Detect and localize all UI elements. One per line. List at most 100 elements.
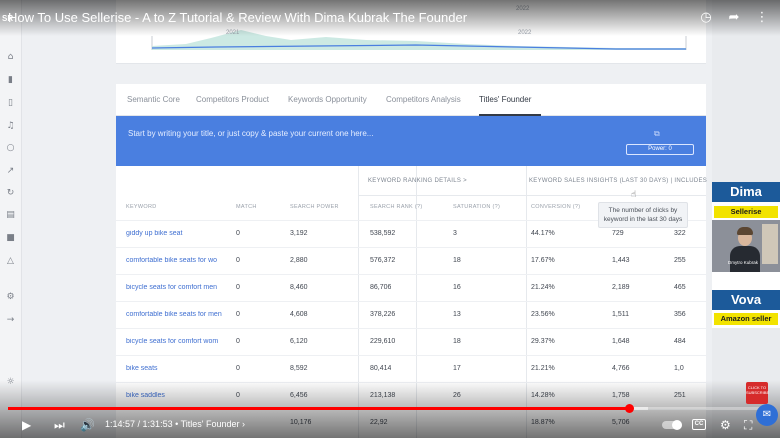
table-cell: 18 [453,338,461,345]
gear-icon[interactable]: ⚙ [5,292,16,303]
refresh-icon[interactable]: ↻ [5,188,16,199]
table-cell: 0 [236,284,240,291]
clicks-tooltip: The number of clicks by keyword in the l… [598,202,688,228]
table-row[interactable]: bicycle seats for comfort men 0 8,460 86,70… [116,274,706,301]
table-cell: 17 [453,365,461,372]
table-cell: 229,610 [370,338,396,345]
host-name-tag: Dima [712,182,780,202]
table-cell: 23.56% [531,311,555,318]
table-cell: 21.24% [531,284,555,291]
table-cell: 0 [236,257,240,264]
table-cell: 6,120 [290,338,308,345]
next-icon[interactable]: ⏭ [54,417,65,433]
chat-icon[interactable]: ○ [5,143,16,154]
col-header-saturation[interactable]: SATURATION (?) [453,204,500,210]
col-header-match[interactable]: MATCH [236,204,257,210]
chart-icon[interactable]: ▮ [5,75,16,86]
col-header-keyword[interactable]: KEYWORD [126,204,157,210]
title-input[interactable]: Start by writing your title, or just cop… [128,129,373,138]
more-options-icon[interactable]: ⋮ [754,10,770,26]
settings-icon[interactable]: ⚙ [720,417,731,433]
table-cell: 3 [453,230,457,237]
subscribe-badge[interactable]: CLICK TO SUBSCRIBE [746,382,769,404]
watch-later-icon[interactable]: ◷ [698,10,714,26]
table-cell: 484 [674,338,686,345]
table-cell: 1,443 [612,257,630,264]
play-icon[interactable]: ▶ [22,417,31,433]
host-figure-body [730,246,760,272]
progress-scrubber[interactable] [625,404,635,413]
table-row[interactable]: comfortable bike seats for men 0 4,608 378,… [116,301,706,328]
tab-competitors-product[interactable]: Competitors Product [196,95,269,104]
tab-titles-founder[interactable]: Titles' Founder [479,95,531,104]
table-cell: 2,880 [290,257,308,264]
keyword-link[interactable]: comfortable bike seats for wo [126,257,226,264]
table-row[interactable]: comfortable bike seats for wo 0 2,880 576,3… [116,247,706,274]
trend-icon[interactable]: ↗ [5,166,16,177]
autoplay-toggle-knob [672,420,682,430]
video-title[interactable]: How To Use Sellerise - A to Z Tutorial &… [8,10,467,25]
col-header-conversion[interactable]: CONVERSION (?) [531,204,580,210]
ranking-group-label[interactable]: KEYWORD RANKING DETAILS > [368,178,467,184]
share-icon[interactable]: ➦ [726,10,742,26]
chapter-title[interactable]: Titles' Founder [181,419,240,429]
captions-button[interactable]: CC [692,419,706,430]
fullscreen-icon[interactable]: ⛶ [744,417,752,433]
progress-bar[interactable] [8,404,770,413]
keyword-link[interactable]: giddy up bike seat [126,230,226,237]
truck-icon[interactable]: ■ [5,233,16,244]
table-cell: 465 [674,284,686,291]
volume-icon[interactable]: 🔊 [80,417,95,433]
keyword-link[interactable]: bike seats [126,365,226,372]
time-total: 1:31:53 [142,419,173,429]
table-cell: 0 [236,365,240,372]
ranking-group-header: KEYWORD RANKING DETAILS > [358,166,528,196]
table-cell: 13 [453,311,461,318]
keyword-link[interactable]: comfortable bike seats for men [126,311,226,318]
cam-caption: Dmytro Kubrak [728,260,759,265]
table-cell: 8,592 [290,365,308,372]
table-cell: 16 [453,284,461,291]
table-cell: 3,192 [290,230,308,237]
table-cell: 1,648 [612,338,630,345]
table-cell: 8,460 [290,284,308,291]
table-cell: 0 [236,230,240,237]
sales-group-header: KEYWORD SALES INSIGHTS (LAST 30 DAYS) | … [526,166,708,196]
table-cell: 729 [612,230,624,237]
keyword-link[interactable]: bicycle seats for comfort men [126,284,226,291]
table-cell: 378,226 [370,311,396,318]
clipboard-icon[interactable]: ▯ [5,98,16,109]
table-cell: 29.37% [531,338,555,345]
cursor-icon: ☝ [631,190,637,200]
app-sidebar: ⌂ ▮ ▯ ♫ ○ ↗ ↻ ▤ ■ △ ⚙ → ☼ [0,0,22,438]
table-cell: 576,372 [370,257,396,264]
tab-keywords-opportunity[interactable]: Keywords Opportunity [288,95,367,104]
table-cell: 4,766 [612,365,630,372]
col-header-search-power[interactable]: SEARCH POWER [290,204,339,210]
document-icon[interactable]: ▤ [5,210,16,221]
tab-semantic-core[interactable]: Semantic Core [127,95,180,104]
table-row[interactable]: bike seats 0 8,592 80,414 17 21.21% 4,766 1,0 [116,355,706,382]
table-cell: 4,608 [290,311,308,318]
keyword-link[interactable]: bicycle seats for comfort wom [126,338,226,345]
host-role-tag: Sellerise [714,206,778,218]
table-cell: 538,592 [370,230,396,237]
bell-icon[interactable]: ♫ [5,121,16,132]
guest-role-tag: Amazon seller [714,313,778,325]
table-cell: 1,511 [612,311,629,318]
logout-icon[interactable]: → [5,315,16,326]
copy-icon[interactable]: ⧉ [654,129,660,139]
alert-icon[interactable]: △ [5,256,16,267]
table-cell: 18 [453,257,461,264]
col-header-search-rank[interactable]: SEARCH RANK (?) [370,204,422,210]
tab-competitors-analysis[interactable]: Competitors Analysis [386,95,461,104]
table-cell: 44.17% [531,230,555,237]
table-row[interactable]: bicycle seats for comfort wom 0 6,120 229,6… [116,328,706,355]
title-input-area[interactable]: Start by writing your title, or just cop… [116,116,706,166]
table-cell: 1,0 [674,365,684,372]
autoplay-toggle[interactable] [662,420,682,430]
home-icon[interactable]: ⌂ [5,52,16,63]
table-cell: 17.67% [531,257,555,264]
chat-widget-icon[interactable]: ✉ [756,404,778,426]
sales-group-label: KEYWORD SALES INSIGHTS (LAST 30 DAYS) | … [529,178,708,184]
